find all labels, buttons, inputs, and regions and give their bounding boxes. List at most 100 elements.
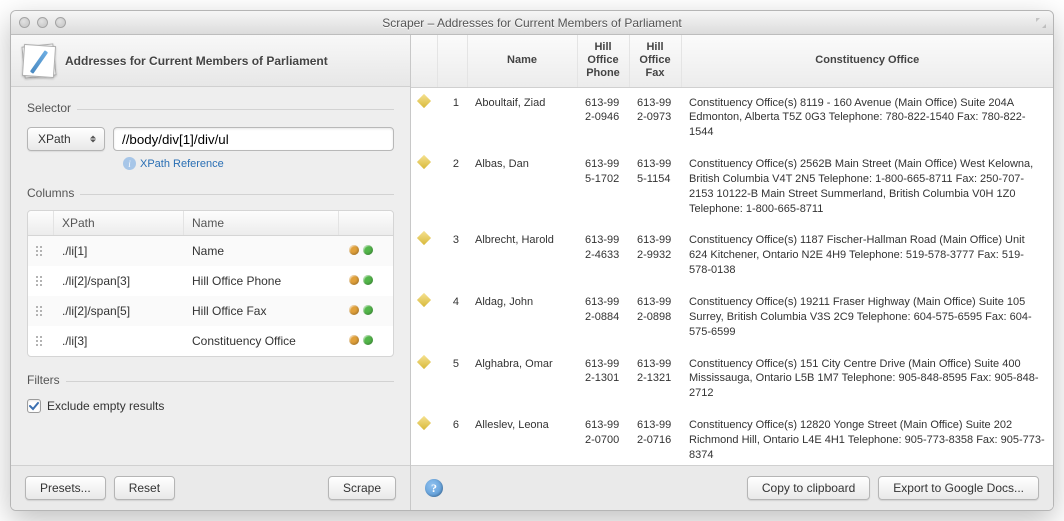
edit-cell[interactable] (411, 149, 437, 225)
row-hill-phone: 613-​995-​1702 (577, 149, 629, 225)
doc-icon (23, 45, 55, 77)
row-hill-phone: 613-​992-​4633 (577, 225, 629, 287)
row-hill-fax: 613-​992-​0973 (629, 87, 681, 149)
add-column-icon[interactable] (363, 335, 373, 345)
row-hill-phone: 613-​992-​1301 (577, 348, 629, 410)
row-hill-fax: 613-​992-​1321 (629, 348, 681, 410)
row-name: Aboultaif, Ziad (467, 87, 577, 149)
table-row: 6Alleslev, Leona613-​992-​0700613-​992-​… (411, 410, 1053, 465)
column-row: ./li[2]/span[3]Hill Office Phone (28, 266, 393, 296)
edit-cell[interactable] (411, 348, 437, 410)
column-actions (339, 332, 393, 350)
exclude-empty-checkbox[interactable] (27, 399, 41, 413)
drag-handle[interactable] (28, 334, 54, 348)
table-row: 5Alghabra, Omar613-​992-​1301613-​992-​1… (411, 348, 1053, 410)
doc-title: Addresses for Current Members of Parliam… (65, 54, 328, 68)
pencil-icon (419, 233, 429, 243)
export-button[interactable]: Export to Google Docs... (878, 476, 1039, 500)
col-edit (411, 35, 437, 87)
reset-button[interactable]: Reset (114, 476, 175, 500)
row-constituency: Constituency Office(s) 151 City Centre D… (681, 348, 1053, 410)
remove-column-icon[interactable] (349, 245, 359, 255)
remove-column-icon[interactable] (349, 305, 359, 315)
fullscreen-icon[interactable] (1035, 17, 1047, 29)
selector-legend: Selector (27, 101, 77, 115)
column-xpath: ./li[2]/span[3] (54, 272, 184, 290)
row-hill-fax: 613-​995-​1154 (629, 149, 681, 225)
remove-column-icon[interactable] (349, 275, 359, 285)
window-controls (19, 17, 66, 28)
config-pane: Addresses for Current Members of Parliam… (11, 35, 411, 510)
column-xpath: ./li[3] (54, 332, 184, 350)
edit-cell[interactable] (411, 410, 437, 465)
presets-button[interactable]: Presets... (25, 476, 106, 500)
column-name: Name (184, 242, 339, 260)
table-row: 3Albrecht, Harold613-​992-​4633613-​992-… (411, 225, 1053, 287)
results-scroll[interactable]: Name Hill Office Phone Hill Office Fax C… (411, 35, 1053, 465)
chevron-updown-icon (90, 136, 98, 143)
column-row: ./li[3]Constituency Office (28, 326, 393, 356)
column-name: Hill Office Phone (184, 272, 339, 290)
col-name: Name (467, 35, 577, 87)
table-row: 4Aldag, John613-​992-​0884613-​992-​0898… (411, 287, 1053, 349)
col-hill-fax: Hill Office Fax (629, 35, 681, 87)
help-icon[interactable]: ? (425, 479, 443, 497)
filters-legend: Filters (27, 373, 66, 387)
add-column-icon[interactable] (363, 305, 373, 315)
column-name: Constituency Office (184, 332, 339, 350)
columns-fieldset: Columns XPath Name ./li[1]Name./li[2]/sp… (27, 186, 394, 357)
column-row: ./li[1]Name (28, 236, 393, 266)
pencil-icon (419, 96, 429, 106)
row-name: Alghabra, Omar (467, 348, 577, 410)
scrape-button[interactable]: Scrape (328, 476, 396, 500)
drag-handle[interactable] (28, 274, 54, 288)
row-constituency: Constituency Office(s) 1187 Fischer-Hall… (681, 225, 1053, 287)
column-actions (339, 302, 393, 320)
column-actions (339, 242, 393, 260)
row-index: 6 (437, 410, 467, 465)
columns-header-xpath: XPath (54, 211, 184, 235)
drag-handle[interactable] (28, 304, 54, 318)
results-pane: Name Hill Office Phone Hill Office Fax C… (411, 35, 1053, 510)
row-hill-phone: 613-​992-​0700 (577, 410, 629, 465)
xpath-reference-link[interactable]: i XPath Reference (123, 157, 394, 170)
row-constituency: Constituency Office(s) 12820 Yonge Stree… (681, 410, 1053, 465)
row-constituency: Constituency Office(s) 2562B Main Street… (681, 149, 1053, 225)
column-row: ./li[2]/span[5]Hill Office Fax (28, 296, 393, 326)
edit-cell[interactable] (411, 225, 437, 287)
columns-table: XPath Name ./li[1]Name./li[2]/span[3]Hil… (27, 210, 394, 357)
filters-fieldset: Filters Exclude empty results (27, 373, 394, 413)
column-xpath: ./li[2]/span[5] (54, 302, 184, 320)
exclude-empty-label: Exclude empty results (47, 399, 164, 413)
selector-mode-select[interactable]: XPath (27, 127, 105, 151)
remove-column-icon[interactable] (349, 335, 359, 345)
info-icon: i (123, 157, 136, 170)
doc-header: Addresses for Current Members of Parliam… (11, 35, 410, 87)
selector-fieldset: Selector XPath i XPath Reference (27, 101, 394, 170)
minimize-icon[interactable] (37, 17, 48, 28)
config-footer: Presets... Reset Scrape (11, 465, 410, 510)
close-icon[interactable] (19, 17, 30, 28)
selector-expression-input[interactable] (113, 127, 394, 151)
row-hill-phone: 613-​992-​0884 (577, 287, 629, 349)
row-hill-fax: 613-​992-​9932 (629, 225, 681, 287)
row-constituency: Constituency Office(s) 19211 Fraser High… (681, 287, 1053, 349)
row-index: 4 (437, 287, 467, 349)
titlebar: Scraper – Addresses for Current Members … (11, 11, 1053, 35)
pencil-icon (419, 357, 429, 367)
add-column-icon[interactable] (363, 275, 373, 285)
add-column-icon[interactable] (363, 245, 373, 255)
drag-handle[interactable] (28, 244, 54, 258)
window-title: Scraper – Addresses for Current Members … (11, 16, 1053, 30)
row-hill-fax: 613-​992-​0898 (629, 287, 681, 349)
columns-header-name: Name (184, 211, 339, 235)
edit-cell[interactable] (411, 87, 437, 149)
row-hill-phone: 613-​992-​0946 (577, 87, 629, 149)
results-table: Name Hill Office Phone Hill Office Fax C… (411, 35, 1053, 465)
zoom-icon[interactable] (55, 17, 66, 28)
column-xpath: ./li[1] (54, 242, 184, 260)
pencil-icon (419, 157, 429, 167)
row-name: Alleslev, Leona (467, 410, 577, 465)
copy-button[interactable]: Copy to clipboard (747, 476, 870, 500)
edit-cell[interactable] (411, 287, 437, 349)
